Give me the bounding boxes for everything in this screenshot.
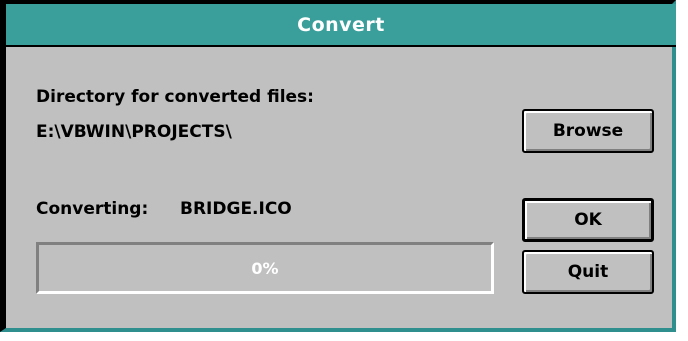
browse-button[interactable]: Browse — [522, 109, 654, 153]
ok-button[interactable]: OK — [522, 198, 654, 242]
dialog-client-area: Directory for converted files: E:\VBWIN\… — [6, 49, 672, 328]
directory-label: Directory for converted files: — [36, 87, 314, 107]
converting-label: Converting: — [36, 199, 149, 219]
dialog-title: Convert — [297, 13, 385, 36]
directory-path: E:\VBWIN\PROJECTS\ — [36, 122, 232, 142]
quit-button[interactable]: Quit — [522, 250, 654, 294]
progress-percent-text: 0% — [251, 258, 279, 278]
convert-dialog: Convert Directory for converted files: E… — [0, 0, 676, 332]
title-bar[interactable]: Convert — [6, 4, 676, 47]
converting-filename: BRIDGE.ICO — [180, 199, 292, 219]
conversion-progress-bar: 0% — [36, 242, 494, 294]
